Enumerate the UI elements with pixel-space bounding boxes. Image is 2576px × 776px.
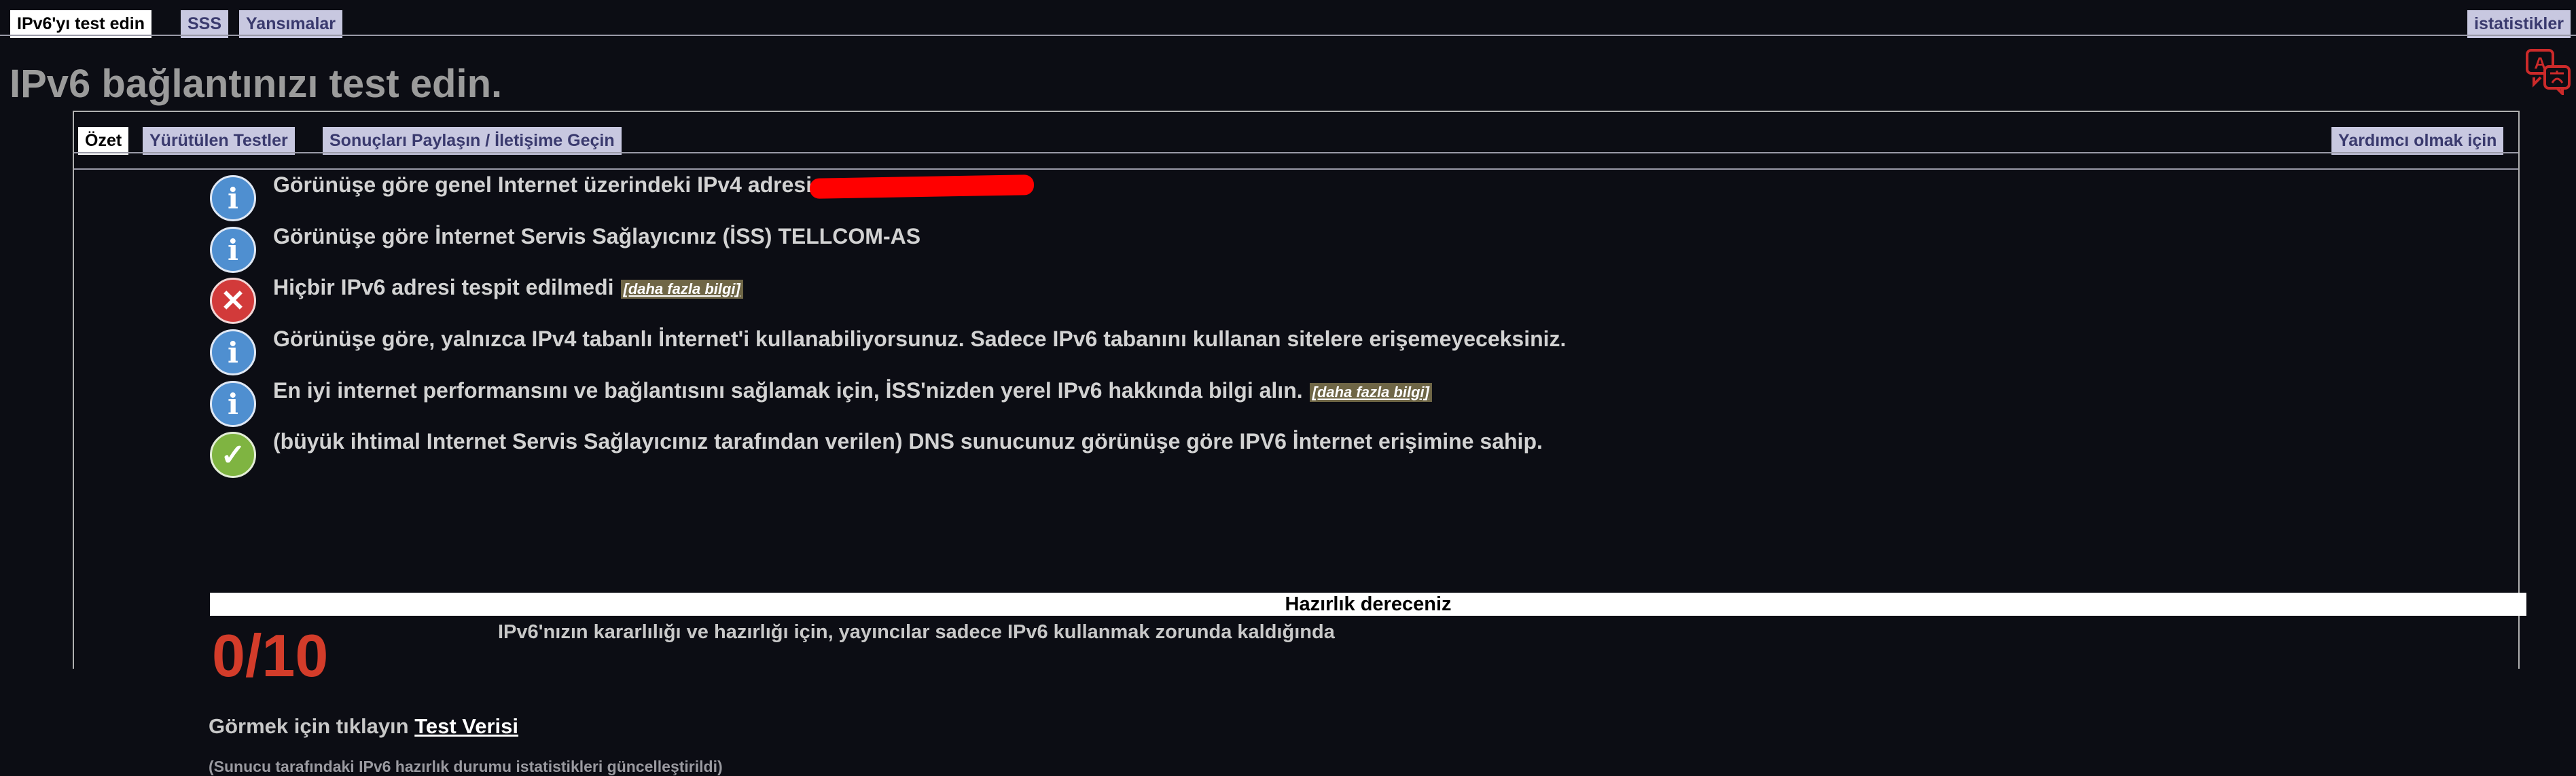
test-data-line: Görmek için tıklayın Test Verisi: [209, 714, 518, 739]
tab-stats[interactable]: istatistikler: [2467, 10, 2571, 38]
content-panel: Özet Yürütülen Testler Sonuçları Paylaşı…: [73, 111, 2526, 775]
tab-help[interactable]: Yardımcı olmak için: [2331, 127, 2504, 155]
result-text: Görünüşe göre genel Internet üzerindeki …: [273, 172, 819, 197]
info-icon: i: [210, 381, 256, 427]
result-text: (büyük ihtimal Internet Servis Sağlayıcı…: [273, 429, 1543, 454]
more-info-link[interactable]: [daha fazla bilgi]: [1309, 382, 1432, 402]
result-text: Görünüşe göre, yalnızca IPv4 tabanlı İnt…: [273, 327, 1567, 351]
readiness-heading: Hazırlık dereceniz: [210, 593, 2526, 616]
check-icon: ✓: [210, 432, 256, 478]
translate-icon[interactable]: A: [2524, 48, 2572, 95]
top-nav-divider: [0, 35, 2576, 36]
test-data-link[interactable]: Test Verisi: [414, 714, 518, 738]
info-icon: i: [210, 329, 256, 375]
more-info-link[interactable]: [daha fazla bilgi]: [620, 279, 743, 299]
result-text: Görünüşe göre İnternet Servis Sağlayıcın…: [273, 224, 921, 248]
result-text: Hiçbir IPv6 adresi tespit edilmedi: [273, 275, 614, 299]
server-stats-note: (Sunucu tarafındaki IPv6 hazırlık durumu…: [209, 758, 723, 775]
test-data-prefix: Görmek için tıklayın: [209, 714, 409, 738]
page-title: IPv6 bağlantınızı test edin.: [10, 62, 503, 106]
tab-faq[interactable]: SSS: [181, 10, 229, 38]
tab-mirrors[interactable]: Yansımalar: [239, 10, 343, 38]
info-icon: i: [210, 175, 256, 221]
sub-nav-divider: [74, 152, 2518, 153]
tab-test-ipv6[interactable]: IPv6'yı test edin: [10, 10, 151, 38]
readiness-note: IPv6'nızın kararlılığı ve hazırlığı için…: [498, 621, 1335, 643]
result-text: En iyi internet performansını ve bağlant…: [273, 378, 1303, 403]
tab-summary[interactable]: Özet: [78, 127, 129, 155]
redacted-ip: [809, 174, 1035, 199]
tab-share-results[interactable]: Sonuçları Paylaşın / İletişime Geçin: [323, 127, 622, 155]
panel-divider: [74, 168, 2518, 170]
readiness-score: 0/10: [212, 622, 329, 689]
error-icon: ✕: [210, 278, 256, 324]
tab-tests-run[interactable]: Yürütülen Testler: [143, 127, 295, 155]
info-icon: i: [210, 227, 256, 273]
